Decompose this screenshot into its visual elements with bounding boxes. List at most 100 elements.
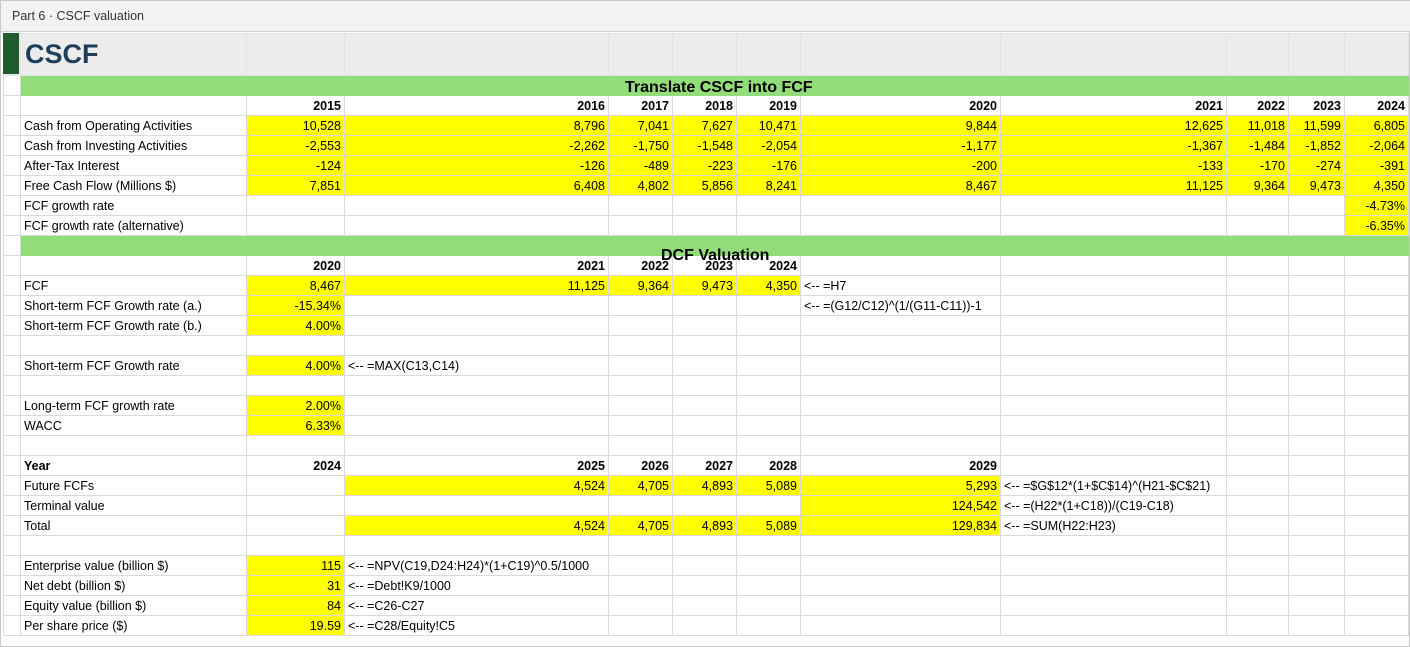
value-cell[interactable]: -1,750 [608, 135, 673, 156]
cell[interactable] [800, 435, 1001, 456]
cell[interactable] [1000, 255, 1227, 276]
cell[interactable] [1288, 295, 1345, 316]
cell[interactable] [1000, 615, 1227, 636]
value-cell[interactable]: -489 [608, 155, 673, 176]
cell[interactable] [608, 435, 673, 456]
value-cell[interactable]: 31 [246, 575, 345, 596]
value-cell[interactable]: -1,367 [1000, 135, 1227, 156]
cell[interactable] [800, 615, 1001, 636]
cell[interactable] [1000, 315, 1227, 336]
value-cell[interactable]: -274 [1288, 155, 1345, 176]
value-cell[interactable]: 9,473 [1288, 175, 1345, 196]
value-cell[interactable]: -1,484 [1226, 135, 1289, 156]
cell[interactable] [3, 75, 21, 96]
cell[interactable] [1000, 415, 1227, 436]
cell[interactable] [672, 415, 737, 436]
value-cell[interactable]: 4,705 [608, 475, 673, 496]
cell[interactable] [1288, 415, 1345, 436]
value-cell[interactable]: -4.73% [1344, 195, 1409, 216]
cell[interactable] [1344, 395, 1409, 416]
cell[interactable] [3, 115, 21, 136]
cell[interactable] [1288, 575, 1345, 596]
cell[interactable] [672, 375, 737, 396]
cell[interactable] [1344, 535, 1409, 556]
cell[interactable] [1288, 615, 1345, 636]
year-header[interactable]: 2022 [1226, 95, 1289, 116]
cell[interactable] [800, 255, 1001, 276]
value-cell[interactable]: -2,553 [246, 135, 345, 156]
year-header[interactable]: 2020 [800, 95, 1001, 116]
cell[interactable] [1000, 275, 1227, 296]
value-cell[interactable]: 11,599 [1288, 115, 1345, 136]
cell[interactable] [20, 375, 247, 396]
cell[interactable] [800, 335, 1001, 356]
value-cell[interactable]: -176 [736, 155, 801, 176]
value-cell[interactable]: 7,627 [672, 115, 737, 136]
cell[interactable] [736, 355, 801, 376]
cell[interactable] [800, 215, 1001, 236]
cell[interactable] [246, 535, 345, 556]
cell[interactable] [1288, 495, 1345, 516]
cell[interactable] [800, 595, 1001, 616]
row-label[interactable]: FCF [20, 275, 247, 296]
value-cell[interactable]: -6.35% [1344, 215, 1409, 236]
cell[interactable] [246, 195, 345, 216]
cell[interactable] [608, 535, 673, 556]
cell[interactable] [608, 33, 673, 76]
cell[interactable] [1288, 375, 1345, 396]
cell[interactable] [246, 33, 345, 76]
cell[interactable] [1344, 355, 1409, 376]
cell[interactable] [1000, 395, 1227, 416]
banner-cell[interactable] [1344, 235, 1409, 256]
cell[interactable] [20, 255, 247, 276]
cell[interactable] [672, 195, 737, 216]
value-cell[interactable]: 4,705 [608, 515, 673, 536]
cell[interactable] [608, 415, 673, 436]
cell[interactable] [1226, 295, 1289, 316]
banner-cell[interactable] [344, 75, 609, 96]
cell[interactable] [1226, 535, 1289, 556]
cell[interactable] [1288, 355, 1345, 376]
cell[interactable] [1226, 33, 1289, 76]
cell[interactable] [1344, 555, 1409, 576]
formula-note[interactable]: <-- =NPV(C19,D24:H24)*(1+C19)^0.5/1000 [344, 555, 609, 576]
cell[interactable] [1226, 395, 1289, 416]
cell[interactable] [800, 195, 1001, 216]
cell[interactable] [344, 195, 609, 216]
cell[interactable] [3, 555, 21, 576]
cell[interactable] [1344, 475, 1409, 496]
cell[interactable] [608, 595, 673, 616]
cell[interactable] [736, 575, 801, 596]
cell[interactable] [344, 435, 609, 456]
cell[interactable] [1000, 535, 1227, 556]
cell[interactable] [608, 355, 673, 376]
banner-cell[interactable] [20, 75, 247, 96]
cell[interactable] [1288, 195, 1345, 216]
banner-cell[interactable] [20, 235, 247, 256]
cell[interactable] [672, 595, 737, 616]
cell[interactable] [20, 535, 247, 556]
cell[interactable] [736, 33, 801, 76]
formula-note[interactable]: <-- =(H22*(1+C18))/(C19-C18) [1000, 495, 1227, 516]
formula-note[interactable]: <-- =SUM(H22:H23) [1000, 515, 1227, 536]
cell[interactable] [1344, 455, 1409, 476]
cell[interactable] [1344, 33, 1409, 76]
cell[interactable] [3, 135, 21, 156]
value-cell[interactable]: 8,467 [246, 275, 345, 296]
value-cell[interactable]: 9,364 [1226, 175, 1289, 196]
value-cell[interactable]: -126 [344, 155, 609, 176]
cell[interactable] [1344, 415, 1409, 436]
row-label[interactable]: Terminal value [20, 495, 247, 516]
cell[interactable] [3, 335, 21, 356]
cell[interactable] [608, 615, 673, 636]
cell[interactable] [344, 315, 609, 336]
year-header[interactable]: 2027 [672, 455, 737, 476]
cell[interactable] [608, 575, 673, 596]
cell[interactable] [672, 295, 737, 316]
cell[interactable] [1344, 275, 1409, 296]
cell[interactable] [1226, 435, 1289, 456]
cell[interactable] [3, 295, 21, 316]
cell[interactable] [344, 33, 609, 76]
cell[interactable] [3, 195, 21, 216]
cell[interactable] [1000, 335, 1227, 356]
